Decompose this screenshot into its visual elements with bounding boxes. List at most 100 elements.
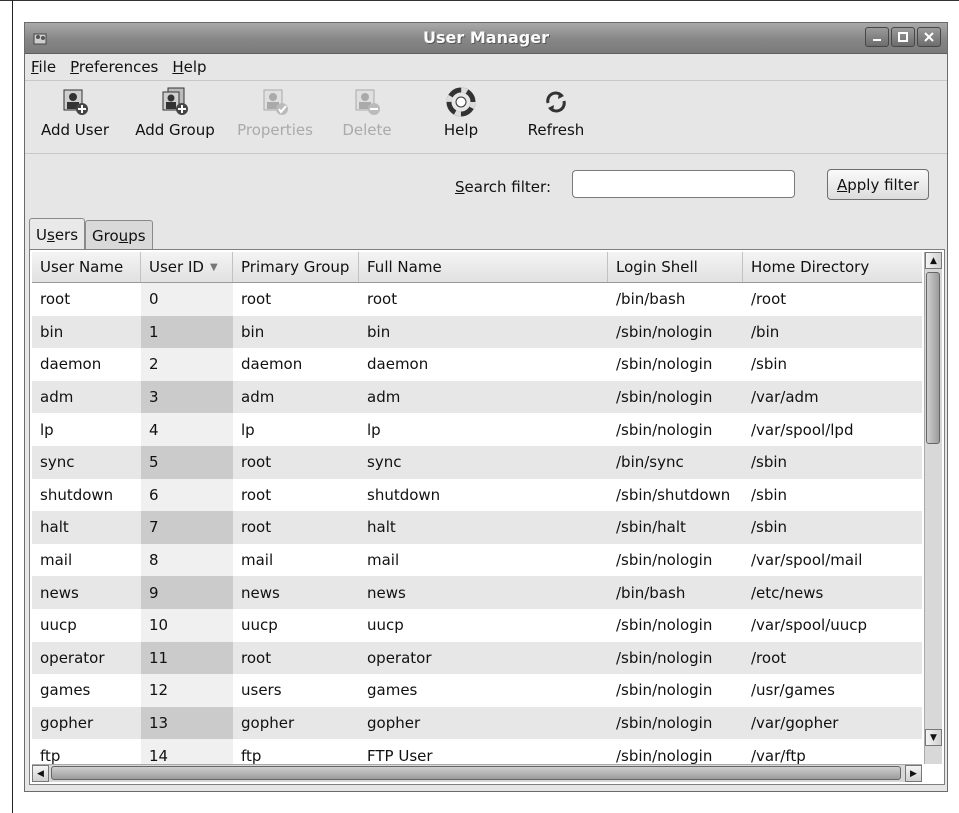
col-header-login-shell[interactable]: Login Shell [608, 252, 743, 282]
col-header-full-name[interactable]: Full Name [359, 252, 608, 282]
home-directory-cell: /etc/news [751, 583, 824, 602]
table-row[interactable]: sync 5 root sync/bin/sync/sbin [32, 445, 922, 479]
tab-groups-post: ps [128, 226, 146, 245]
menu-bar: File Preferences Help [25, 54, 947, 81]
login-shell-cell: /sbin/nologin [616, 746, 713, 764]
full-name-cell: operator [367, 648, 432, 667]
col-header-user-name[interactable]: User Name [32, 252, 141, 282]
tab-users[interactable]: Us ers [29, 218, 86, 250]
user-id-cell: 1 [141, 315, 233, 349]
table-row[interactable]: daemon 2 daemon daemon/sbin/nologin/sbin [32, 348, 922, 381]
primary-group-cell: root [241, 648, 272, 667]
refresh-label: Refresh [527, 121, 585, 139]
user-name-cell: root [40, 290, 71, 309]
vertical-scroll-thumb[interactable] [926, 272, 940, 444]
help-button[interactable]: Help [437, 87, 485, 149]
refresh-icon [546, 91, 566, 113]
menu-file[interactable]: File [31, 58, 56, 76]
col-header-primary-group[interactable]: Primary Group [233, 252, 359, 282]
col-header-user-name-label: User Name [40, 258, 124, 276]
user-name-cell: news [40, 583, 79, 602]
add-group-button[interactable]: Add Group [131, 87, 219, 149]
primary-group-cell: lp [241, 420, 255, 439]
tab-users-pre: U [36, 225, 47, 244]
home-directory-cell: /var/adm [751, 388, 819, 407]
properties-label: Properties [237, 121, 313, 139]
user-id-cell: 6 [141, 478, 233, 512]
home-directory-cell: /sbin [751, 355, 788, 374]
table-row[interactable]: lp 4 lp lp/sbin/nologin/var/spool/lpd [32, 413, 922, 446]
scroll-down-button[interactable]: ▼ [925, 729, 942, 746]
home-directory-cell: /usr/games [751, 681, 835, 700]
arrow-down-icon: ▼ [930, 732, 937, 743]
title-bar[interactable]: User Manager [25, 23, 947, 54]
table-row[interactable]: games 12 users games/sbin/nologin/usr/games [32, 674, 922, 707]
user-id-cell: 8 [141, 543, 233, 577]
full-name-cell: mail [367, 551, 400, 570]
scroll-up-button[interactable]: ▲ [925, 252, 942, 269]
login-shell-cell: /bin/bash [616, 583, 686, 602]
scroll-left-button[interactable]: ◀ [32, 765, 49, 782]
table-row[interactable]: bin 1 bin bin/sbin/nologin/bin [32, 315, 922, 349]
table-row[interactable]: adm 3 adm adm/sbin/nologin/var/adm [32, 380, 922, 414]
user-id-cell: 4 [141, 413, 233, 446]
menu-help[interactable]: Help [172, 58, 206, 76]
horizontal-scroll-thumb[interactable] [51, 766, 901, 780]
refresh-button[interactable]: Refresh [521, 87, 591, 149]
home-directory-cell: /root [751, 290, 787, 309]
table-row[interactable]: news 9 news news/bin/bash/etc/news [32, 576, 922, 609]
add-group-icon [162, 87, 188, 115]
close-button[interactable] [917, 27, 941, 47]
menu-preferences-mnemonic: P [70, 58, 79, 76]
maximize-button[interactable] [891, 27, 915, 47]
col-header-user-id[interactable]: User ID ▼ [141, 252, 233, 282]
apply-filter-button[interactable]: Apply filter [827, 169, 929, 200]
login-shell-cell: /sbin/halt [616, 518, 686, 537]
minimize-button[interactable] [865, 27, 889, 47]
table-row[interactable]: gopher 13 gopher gopher/sbin/nologin/var/go… [32, 706, 922, 740]
user-name-cell: lp [40, 420, 54, 439]
add-user-button[interactable]: Add User [37, 87, 113, 149]
arrow-right-icon: ▶ [910, 768, 917, 779]
search-filter-input[interactable] [572, 170, 795, 198]
menu-help-mnemonic: H [172, 58, 184, 76]
login-shell-cell: /sbin/nologin [616, 355, 713, 374]
login-shell-cell: /sbin/nologin [616, 681, 713, 700]
login-shell-cell: /sbin/nologin [616, 648, 713, 667]
col-header-user-id-label: User ID [149, 258, 204, 276]
col-header-home-directory[interactable]: Home Directory [743, 252, 922, 282]
table-row[interactable]: uucp 10 uucp uucp/sbin/nologin/var/spool/uu… [32, 608, 922, 642]
home-directory-cell: /var/ftp [751, 746, 806, 764]
user-id-cell: 2 [141, 348, 233, 381]
table-row[interactable]: shutdown 6 root shutdown/sbin/shutdown/sbin [32, 478, 922, 512]
user-id-cell: 12 [141, 674, 233, 707]
horizontal-scrollbar[interactable]: ◀ ▶ [32, 764, 922, 782]
arrow-up-icon: ▲ [930, 255, 937, 266]
apply-filter-label: pply filter [847, 175, 919, 194]
table-row[interactable]: mail 8 mail mail/sbin/nologin/var/spool/mai… [32, 543, 922, 577]
primary-group-cell: root [241, 290, 272, 309]
login-shell-cell: /sbin/nologin [616, 714, 713, 733]
properties-button[interactable]: Properties [235, 87, 315, 149]
login-shell-cell: /sbin/nologin [616, 551, 713, 570]
user-name-cell: sync [40, 453, 75, 472]
table-row[interactable]: root 0 root root/bin/bash/root [32, 283, 922, 316]
user-id-cell: 3 [141, 380, 233, 414]
primary-group-cell: root [241, 453, 272, 472]
col-header-login-shell-label: Login Shell [616, 258, 698, 276]
login-shell-cell: /sbin/shutdown [616, 485, 731, 504]
tab-groups[interactable]: Gro u ps [85, 220, 153, 250]
menu-preferences[interactable]: Preferences [70, 58, 158, 76]
vertical-scrollbar[interactable]: ▲ ▼ [924, 252, 942, 764]
delete-button[interactable]: Delete [337, 87, 397, 149]
full-name-cell: adm [367, 388, 401, 407]
full-name-cell: daemon [367, 355, 429, 374]
table-row[interactable]: halt 7 root halt/sbin/halt/sbin [32, 511, 922, 544]
table-row[interactable]: operator 11 root operator/sbin/nologin/root [32, 641, 922, 675]
table-row[interactable]: ftp 14 ftp FTP User/sbin/nologin/var/ftp [32, 739, 922, 764]
delete-user-icon [355, 89, 380, 115]
full-name-cell: sync [367, 453, 402, 472]
user-id-cell: 5 [141, 445, 233, 479]
scroll-right-button[interactable]: ▶ [905, 765, 922, 782]
menu-help-label: elp [183, 58, 207, 76]
